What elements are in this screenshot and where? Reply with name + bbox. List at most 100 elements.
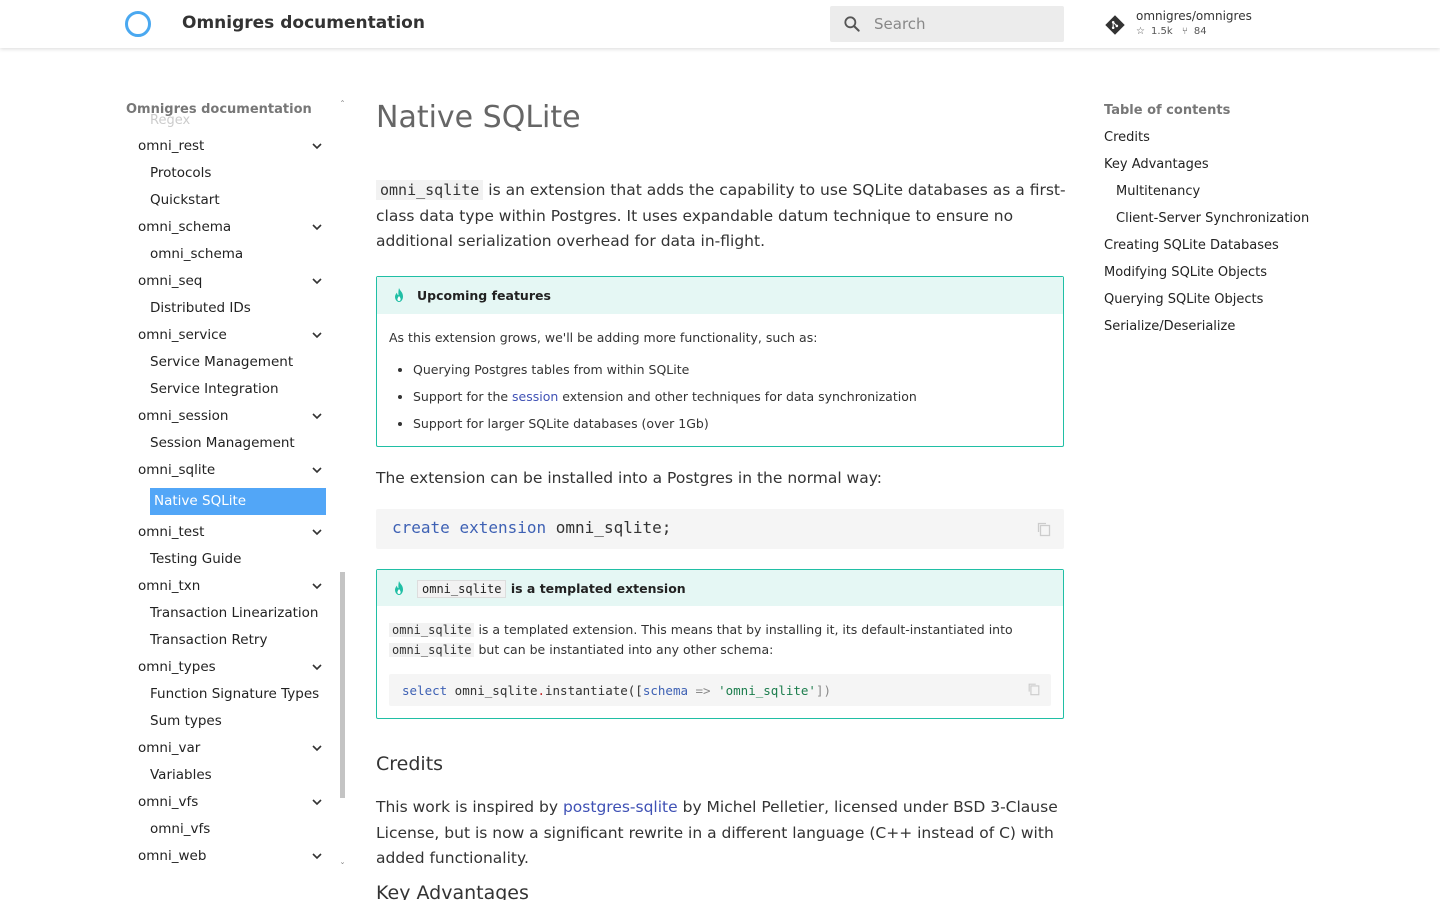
sidebar-nav: Omnigres documentation ˆ Regex omni_rest…	[126, 96, 348, 876]
search-input[interactable]: Search	[874, 15, 926, 33]
code-text: instantiate([	[545, 683, 643, 698]
sidebar-item-omni-seq[interactable]: omni_seq	[126, 268, 336, 295]
chevron-down-icon[interactable]	[312, 467, 322, 474]
sidebar-item-sum-types[interactable]: Sum types	[126, 708, 336, 735]
key-advantages-heading: Key Advantages	[376, 882, 529, 900]
sidebar-item-label: Session Management	[150, 435, 295, 451]
sidebar-item-function-signature-types[interactable]: Function Signature Types	[126, 681, 336, 708]
sidebar-item-omni-test[interactable]: omni_test	[126, 519, 336, 546]
toc-item-key-advantages[interactable]: Key Advantages	[1104, 151, 1334, 178]
sidebar-item-service-integration[interactable]: Service Integration	[126, 376, 336, 403]
chevron-down-icon[interactable]	[312, 745, 322, 752]
top-header: Omnigres documentation Search omnigres/o…	[0, 0, 1440, 48]
sidebar-item-label: omni_txn	[138, 578, 201, 594]
sidebar-item-omni-sqlite[interactable]: omni_sqlite	[126, 457, 336, 484]
site-title[interactable]: Omnigres documentation	[182, 13, 425, 33]
repo-stars: 1.5k	[1150, 26, 1173, 37]
inline-code: omni_sqlite	[417, 580, 507, 598]
sidebar-item-omni-session[interactable]: omni_session	[126, 403, 336, 430]
intro-paragraph: omni_sqlite is an extension that adds th…	[376, 178, 1066, 255]
toc-item-querying-sqlite-objects[interactable]: Querying SQLite Objects	[1104, 286, 1334, 313]
search-icon	[844, 16, 860, 32]
search-box[interactable]: Search	[830, 6, 1064, 42]
toc-item-client-server-synchronization[interactable]: Client-Server Synchronization	[1104, 205, 1334, 232]
sidebar-item-distributed-ids[interactable]: Distributed IDs	[126, 295, 336, 322]
sidebar-item-label: omni_sqlite	[138, 462, 216, 478]
sidebar-item-service-management[interactable]: Service Management	[126, 349, 336, 376]
toc-item-credits[interactable]: Credits	[1104, 124, 1334, 151]
repo-link[interactable]: omnigres/omnigres ☆ 1.5k ⑂ 84	[1104, 9, 1304, 41]
sidebar-item-native-sqlite[interactable]: Native SQLite	[150, 488, 326, 515]
credits-heading: Credits	[376, 753, 444, 775]
sidebar-item-omni-rest[interactable]: omni_rest	[126, 133, 336, 160]
toc-item-modifying-sqlite-objects[interactable]: Modifying SQLite Objects	[1104, 259, 1334, 286]
sidebar-item-omni-schema[interactable]: omni_schema	[126, 214, 336, 241]
sidebar-item-label: omni_var	[138, 740, 201, 756]
sidebar-item-omni-web[interactable]: omni_web	[126, 843, 336, 870]
sidebar-item-omni-var[interactable]: omni_var	[126, 735, 336, 762]
admonition-title: Upcoming features	[417, 288, 551, 303]
omnigres-logo-icon[interactable]	[125, 11, 151, 37]
sidebar-item-omni-schema[interactable]: omni_schema	[126, 241, 336, 268]
chevron-down-icon[interactable]	[312, 224, 322, 231]
list-text: Support for the	[413, 389, 513, 404]
sidebar-item-session-management[interactable]: Session Management	[126, 430, 336, 457]
repo-name: omnigres/omnigres	[1136, 9, 1252, 23]
copy-icon[interactable]	[1027, 682, 1041, 696]
fork-icon: ⑂	[1181, 26, 1188, 37]
inline-code: omni_sqlite	[376, 180, 484, 200]
chevron-down-icon[interactable]	[312, 583, 322, 590]
sidebar-item-variables[interactable]: Variables	[126, 762, 336, 789]
list-item: Support for the session extension and ot…	[413, 387, 1051, 407]
sidebar-item-label: Testing Guide	[150, 551, 242, 567]
chevron-down-icon[interactable]	[312, 332, 322, 339]
admonition-header: omni_sqlite is a templated extension	[377, 570, 1063, 606]
admonition-title-text: is a templated extension	[506, 581, 686, 596]
session-link[interactable]: session	[512, 389, 558, 404]
sidebar-item-label: omni_web	[138, 848, 207, 864]
sidebar-item-label: omni_vfs	[150, 821, 211, 837]
chevron-down-icon[interactable]	[312, 853, 322, 860]
sidebar-item-label: Quickstart	[150, 192, 220, 208]
chevron-down-icon[interactable]	[312, 278, 322, 285]
toc-item-serialize-deserialize[interactable]: Serialize/Deserialize	[1104, 313, 1334, 340]
postgres-sqlite-link[interactable]: postgres-sqlite	[563, 798, 678, 816]
sidebar-item-regex[interactable]: Regex	[150, 113, 190, 128]
credits-text: This work is inspired by	[376, 798, 563, 816]
chevron-down-icon[interactable]	[312, 664, 322, 671]
sidebar-item-transaction-retry[interactable]: Transaction Retry	[126, 627, 336, 654]
admonition-upcoming: Upcoming features As this extension grow…	[376, 276, 1064, 447]
sidebar-item-quickstart[interactable]: Quickstart	[126, 187, 336, 214]
toc-item-multitenancy[interactable]: Multitenancy	[1104, 178, 1334, 205]
sidebar-item-label: Protocols	[150, 165, 212, 181]
sidebar-item-omni-vfs[interactable]: omni_vfs	[126, 816, 336, 843]
admonition-text-part: but can be instantiated into any other s…	[474, 642, 774, 657]
chevron-down-icon[interactable]	[312, 799, 322, 806]
sidebar-scrollbar[interactable]	[340, 572, 345, 798]
copy-icon[interactable]	[1036, 521, 1052, 537]
code-keyword: extension	[459, 518, 547, 537]
chevron-down-icon[interactable]	[312, 143, 322, 150]
chevron-down-icon[interactable]	[312, 413, 322, 420]
inline-code: omni_sqlite	[389, 643, 475, 657]
sidebar-item-omni-vfs[interactable]: omni_vfs	[126, 789, 336, 816]
sidebar-item-protocols[interactable]: Protocols	[126, 160, 336, 187]
sidebar-item-transaction-linearization[interactable]: Transaction Linearization	[126, 600, 336, 627]
admonition-text-part: is a templated extension. This means tha…	[474, 622, 1013, 637]
chevron-down-icon[interactable]	[312, 529, 322, 536]
list-text: extension and other techniques for data …	[558, 389, 917, 404]
list-item: Support for larger SQLite databases (ove…	[413, 414, 1051, 434]
sidebar-item-label: Native SQLite	[154, 493, 247, 509]
sidebar-item-label: omni_seq	[138, 273, 203, 289]
scroll-up-icon[interactable]: ˆ	[340, 100, 345, 111]
sidebar-item-omni-types[interactable]: omni_types	[126, 654, 336, 681]
sidebar-item-label: Service Integration	[150, 381, 279, 397]
sidebar-item-omni-service[interactable]: omni_service	[126, 322, 336, 349]
inline-code: omni_sqlite	[389, 623, 475, 637]
sidebar-item-testing-guide[interactable]: Testing Guide	[126, 546, 336, 573]
scroll-down-icon[interactable]: ˇ	[340, 862, 345, 873]
toc-item-creating-sqlite-databases[interactable]: Creating SQLite Databases	[1104, 232, 1334, 259]
sidebar-item-label: Transaction Linearization	[150, 605, 319, 621]
sidebar-item-omni-txn[interactable]: omni_txn	[126, 573, 336, 600]
repo-forks: 84	[1193, 26, 1207, 37]
